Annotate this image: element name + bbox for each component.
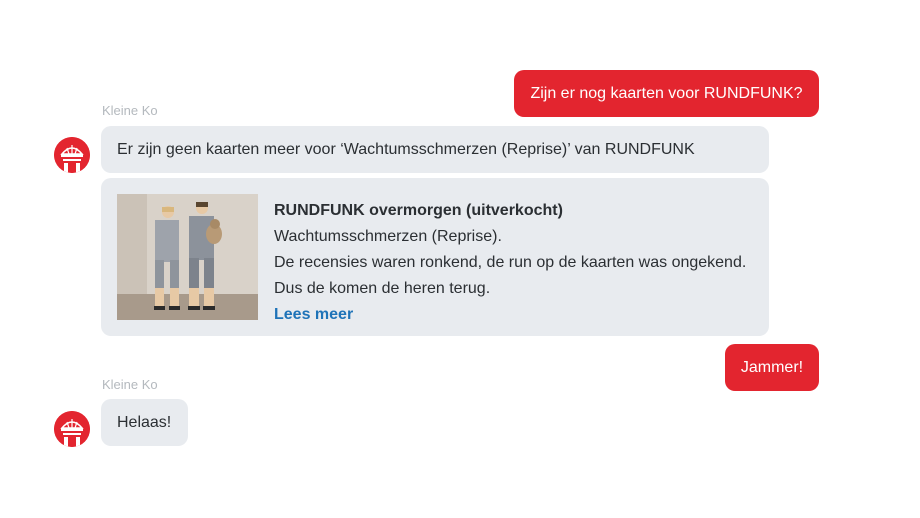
event-description-line: Dus de komen de heren terug. xyxy=(274,280,491,297)
event-title: RUNDFUNK overmorgen (uitverkocht) xyxy=(274,202,563,219)
event-image xyxy=(117,194,258,320)
user-message-text: Zijn er nog kaarten voor RUNDFUNK? xyxy=(530,84,803,102)
bot-avatar xyxy=(54,411,90,447)
event-description-line: De recensies waren ronkend, de run op de… xyxy=(274,254,747,271)
user-message-bubble: Jammer! xyxy=(725,344,819,391)
bot-message-text: Er zijn geen kaarten meer voor ‘Wachtums… xyxy=(117,140,695,158)
bot-avatar xyxy=(54,137,90,173)
user-message-bubble: Zijn er nog kaarten voor RUNDFUNK? xyxy=(514,70,819,117)
sender-name: Kleine Ko xyxy=(102,103,158,118)
event-card-text: RUNDFUNK overmorgen (uitverkocht) Wachtu… xyxy=(274,198,754,328)
bot-message-bubble: Helaas! xyxy=(101,399,188,446)
kleine-ko-logo-icon xyxy=(54,137,90,173)
user-message-text: Jammer! xyxy=(740,358,804,376)
bot-message-text: Helaas! xyxy=(117,413,172,431)
bot-message-bubble: Er zijn geen kaarten meer voor ‘Wachtums… xyxy=(101,126,769,173)
event-card[interactable]: RUNDFUNK overmorgen (uitverkocht) Wachtu… xyxy=(101,178,769,336)
sender-name: Kleine Ko xyxy=(102,377,158,392)
kleine-ko-logo-icon xyxy=(54,411,90,447)
read-more-link[interactable]: Lees meer xyxy=(274,302,754,328)
event-description-line: Wachtumsschmerzen (Reprise). xyxy=(274,228,502,245)
